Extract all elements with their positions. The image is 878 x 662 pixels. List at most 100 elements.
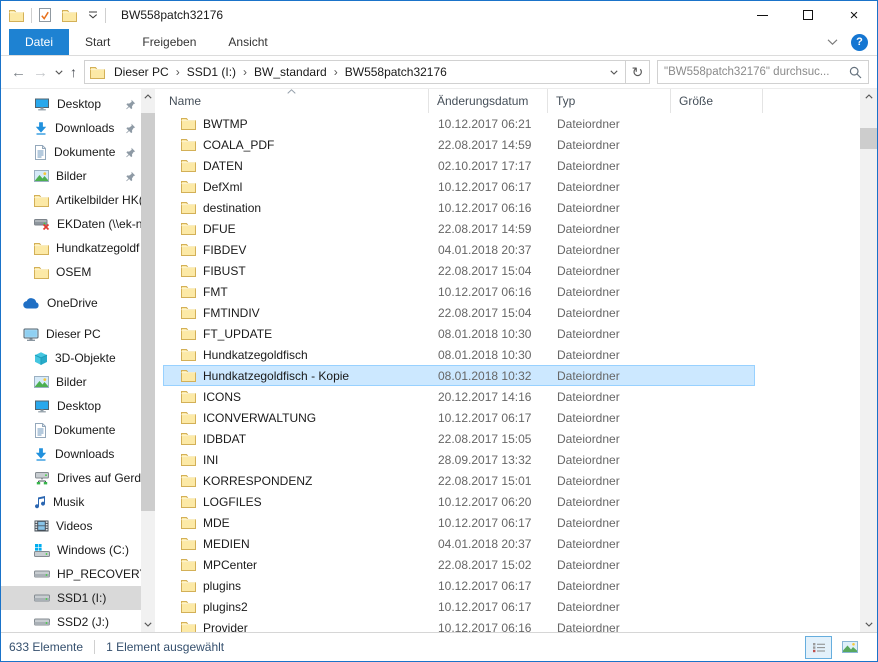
help-button[interactable]: ? (851, 34, 868, 51)
sidebar-item-ssd2-j[interactable]: SSD2 (J:) (1, 610, 141, 632)
maximize-button[interactable] (785, 1, 831, 29)
file-row[interactable]: IDBDAT22.08.2017 15:05Dateiordner (163, 428, 755, 449)
sidebar-item-label: Dokumente (54, 145, 115, 159)
file-row[interactable]: Hundkatzegoldfisch - Kopie08.01.2018 10:… (163, 365, 755, 386)
column-header-gr-e[interactable]: Größe (671, 89, 763, 113)
minimize-button[interactable] (739, 1, 785, 29)
file-row[interactable]: Hundkatzegoldfisch08.01.2018 10:30Dateio… (163, 344, 755, 365)
breadcrumb-segment[interactable]: BW558patch32176 (340, 65, 452, 79)
file-row[interactable]: FT_UPDATE08.01.2018 10:30Dateiordner (163, 323, 755, 344)
address-dropdown-icon[interactable] (603, 70, 625, 75)
sidebar-item-artikelbilder-hk[interactable]: Artikelbilder HK( (1, 188, 141, 212)
sidebar-item-desktop[interactable]: Desktop (1, 92, 141, 116)
file-row[interactable]: INI28.09.2017 13:32Dateiordner (163, 449, 755, 470)
file-row[interactable]: MEDIEN04.01.2018 20:37Dateiordner (163, 533, 755, 554)
sidebar-item-downloads[interactable]: Downloads (1, 116, 141, 140)
up-button[interactable]: ↑ (70, 64, 77, 80)
file-type: Dateiordner (549, 390, 672, 404)
file-row[interactable]: DFUE22.08.2017 14:59Dateiordner (163, 218, 755, 239)
file-row[interactable]: KORRESPONDENZ22.08.2017 15:01Dateiordner (163, 470, 755, 491)
list-scroll-down-icon[interactable] (860, 617, 877, 632)
sidebar-scroll-up-icon[interactable] (141, 89, 155, 104)
file-row[interactable]: ICONVERWALTUNG10.12.2017 06:17Dateiordne… (163, 407, 755, 428)
details-view-button[interactable] (805, 636, 832, 659)
sidebar-scroll-down-icon[interactable] (141, 617, 155, 632)
new-folder-icon[interactable] (62, 9, 77, 22)
sidebar-item-musik[interactable]: Musik (1, 490, 141, 514)
file-row[interactable]: LOGFILES10.12.2017 06:20Dateiordner (163, 491, 755, 512)
file-row[interactable]: COALA_PDF22.08.2017 14:59Dateiordner (163, 134, 755, 155)
file-name: FMTINDIV (203, 306, 260, 320)
history-dropdown-icon[interactable] (55, 70, 63, 75)
sidebar-scrollbar[interactable] (141, 89, 155, 632)
sidebar-item-ssd1-i[interactable]: SSD1 (I:) (1, 586, 141, 610)
column-header--nderungsdatum[interactable]: Änderungsdatum (429, 89, 548, 113)
file-name-cell: INI (164, 453, 430, 467)
sidebar-scroll-thumb[interactable] (141, 113, 155, 511)
qat-customize-icon[interactable] (88, 11, 98, 19)
file-row[interactable]: BWTMP10.12.2017 06:21Dateiordner (163, 113, 755, 134)
file-date: 10.12.2017 06:16 (430, 285, 549, 299)
breadcrumb-segment[interactable]: BW_standard (249, 65, 332, 79)
sidebar-item-desktop[interactable]: Desktop (1, 394, 141, 418)
file-row[interactable]: destination10.12.2017 06:16Dateiordner (163, 197, 755, 218)
sidebar-item-hundkatzegoldf[interactable]: Hundkatzegoldf (1, 236, 141, 260)
ribbon-collapse-icon[interactable] (827, 39, 838, 45)
file-row[interactable]: DATEN02.10.2017 17:17Dateiordner (163, 155, 755, 176)
file-row[interactable]: FIBUST22.08.2017 15:04Dateiordner (163, 260, 755, 281)
tab-datei[interactable]: Datei (9, 29, 69, 55)
sidebar-item-drives-auf-gerds[interactable]: Drives auf Gerds (1, 466, 141, 490)
file-name: COALA_PDF (203, 138, 274, 152)
column-header-typ[interactable]: Typ (548, 89, 671, 113)
sidebar-item-ekdaten-ek-n[interactable]: EKDaten (\\ek-n (1, 212, 141, 236)
search-input[interactable] (664, 66, 849, 78)
selection-count: 1 Element ausgewählt (106, 640, 224, 654)
sidebar-item-windows-c[interactable]: Windows (C:) (1, 538, 141, 562)
forward-button[interactable]: → (33, 64, 48, 81)
file-row[interactable]: FIBDEV04.01.2018 20:37Dateiordner (163, 239, 755, 260)
sidebar-item-label: Downloads (55, 121, 114, 135)
tab-start[interactable]: Start (69, 29, 126, 55)
list-scroll-thumb[interactable] (860, 128, 877, 149)
tab-freigeben[interactable]: Freigeben (126, 29, 212, 55)
sidebar-item-dokumente[interactable]: Dokumente (1, 140, 141, 164)
file-type: Dateiordner (549, 243, 672, 257)
sidebar-item-bilder[interactable]: Bilder (1, 370, 141, 394)
sidebar-item-hp-recovery[interactable]: HP_RECOVERY ( (1, 562, 141, 586)
file-row[interactable]: Provider10.12.2017 06:16Dateiordner (163, 617, 755, 632)
file-row[interactable]: plugins10.12.2017 06:17Dateiordner (163, 575, 755, 596)
sidebar-item-dokumente[interactable]: Dokumente (1, 418, 141, 442)
file-row[interactable]: MDE10.12.2017 06:17Dateiordner (163, 512, 755, 533)
sidebar-item-label: OSEM (56, 265, 91, 279)
sidebar-item-dieser-pc[interactable]: Dieser PC (1, 322, 141, 346)
sidebar-item-onedrive[interactable]: OneDrive (1, 291, 141, 315)
file-row[interactable]: DefXml10.12.2017 06:17Dateiordner (163, 176, 755, 197)
file-row[interactable]: FMT10.12.2017 06:16Dateiordner (163, 281, 755, 302)
file-name: FMT (203, 285, 228, 299)
sidebar-item-3d-objekte[interactable]: 3D-Objekte (1, 346, 141, 370)
list-scrollbar[interactable] (860, 89, 877, 632)
search-icon[interactable] (849, 66, 862, 79)
file-row[interactable]: plugins210.12.2017 06:17Dateiordner (163, 596, 755, 617)
file-row[interactable]: FMTINDIV22.08.2017 15:04Dateiordner (163, 302, 755, 323)
address-box[interactable]: Dieser PC›SSD1 (I:)›BW_standard›BW558pat… (84, 60, 626, 84)
file-name-cell: MEDIEN (164, 537, 430, 551)
thumbnails-view-button[interactable] (836, 636, 863, 659)
sidebar-item-osem[interactable]: OSEM (1, 260, 141, 284)
breadcrumb-segment[interactable]: Dieser PC (109, 65, 174, 79)
file-date: 08.01.2018 10:30 (430, 348, 549, 362)
sidebar-item-videos[interactable]: Videos (1, 514, 141, 538)
ribbon-right-controls: ? (827, 29, 877, 55)
close-button[interactable]: × (831, 1, 877, 29)
file-date: 10.12.2017 06:17 (430, 579, 549, 593)
refresh-button[interactable]: ↻ (625, 60, 650, 84)
tab-ansicht[interactable]: Ansicht (212, 29, 283, 55)
list-scroll-up-icon[interactable] (860, 89, 877, 104)
file-row[interactable]: ICONS20.12.2017 14:16Dateiordner (163, 386, 755, 407)
sidebar-item-downloads[interactable]: Downloads (1, 442, 141, 466)
sidebar-item-bilder[interactable]: Bilder (1, 164, 141, 188)
properties-icon[interactable] (39, 8, 51, 22)
breadcrumb-segment[interactable]: SSD1 (I:) (182, 65, 241, 79)
file-row[interactable]: MPCenter22.08.2017 15:02Dateiordner (163, 554, 755, 575)
back-button[interactable]: ← (11, 64, 26, 81)
